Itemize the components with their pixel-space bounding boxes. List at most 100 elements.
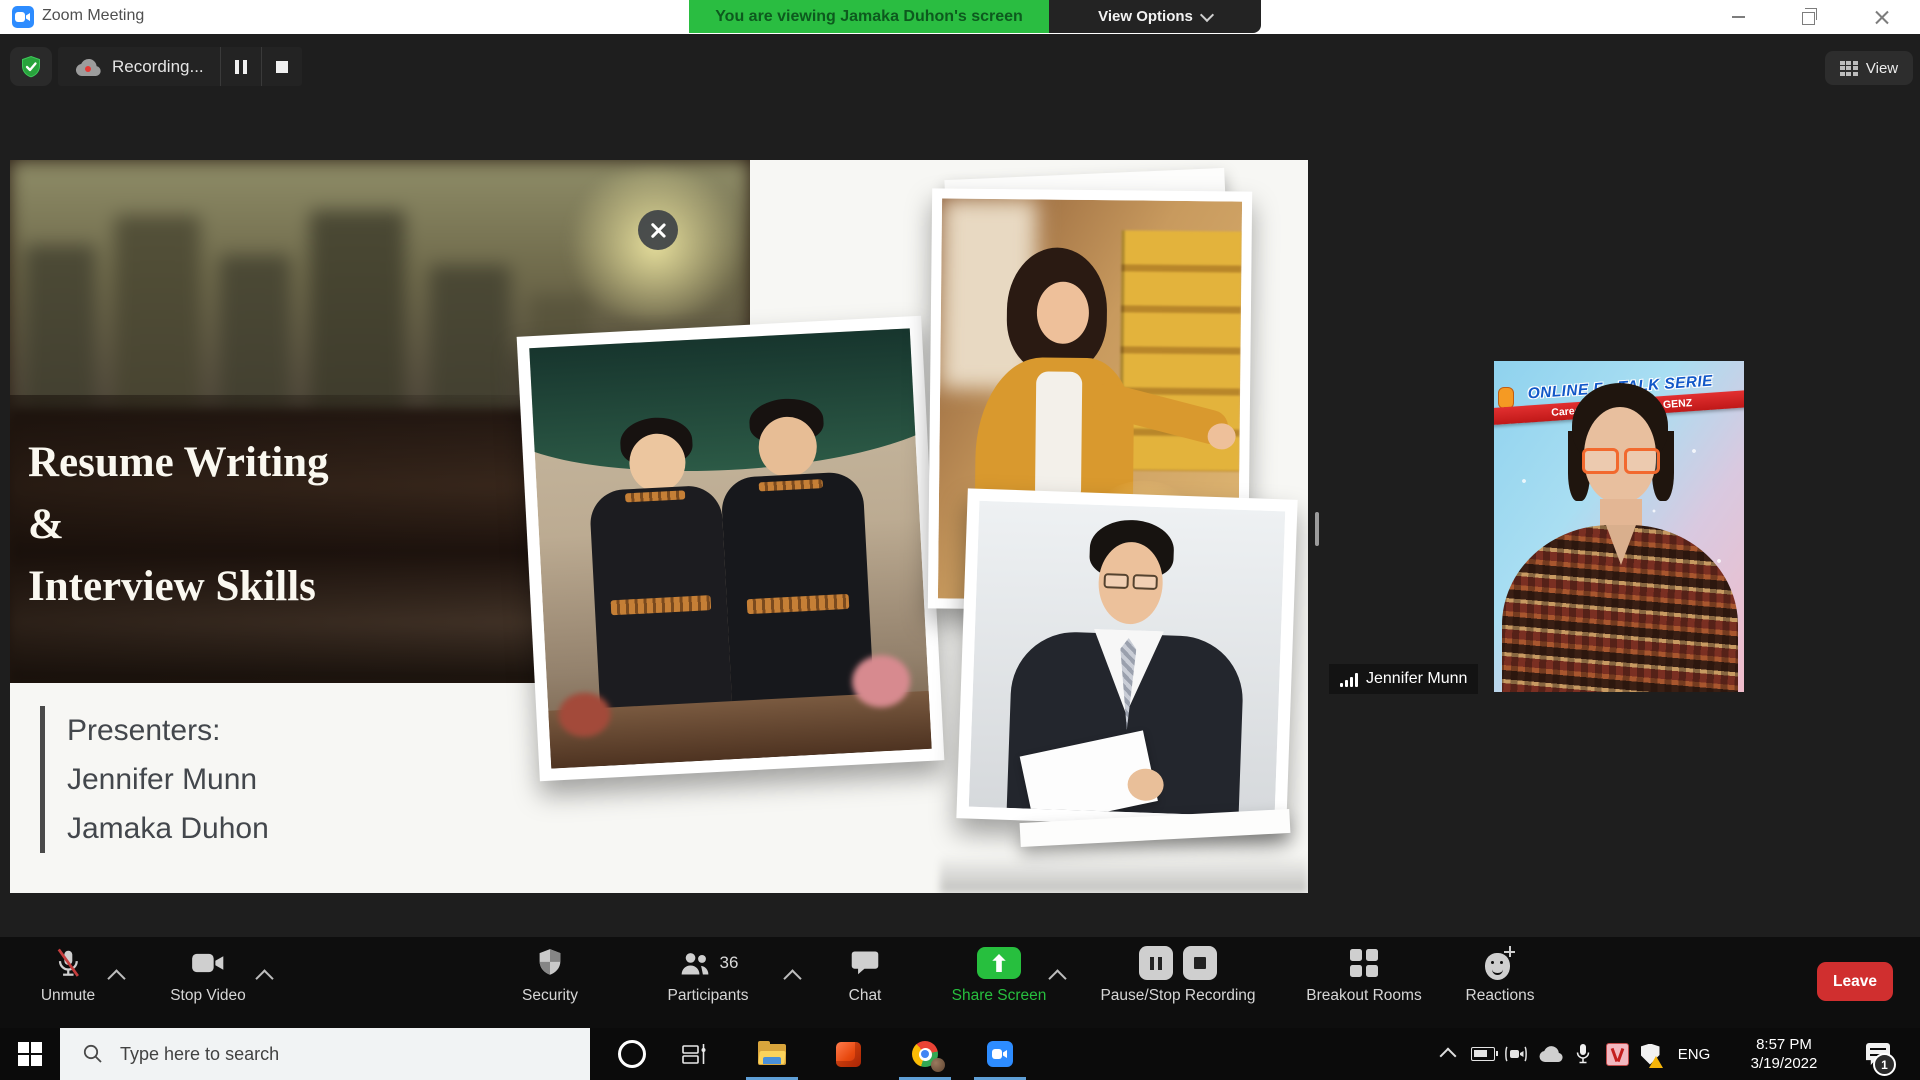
reactions-label: Reactions <box>1466 987 1535 1005</box>
reactions-button[interactable]: Reactions <box>1452 937 1548 1028</box>
task-view-icon <box>682 1042 708 1066</box>
cortana-button[interactable] <box>606 1028 658 1080</box>
participant-video-tile[interactable]: ONLINE F - TALK SERIE Career Orientation… <box>1494 361 1744 692</box>
viewing-screen-banner: You are viewing Jamaka Duhon's screen <box>689 0 1049 33</box>
view-options-button[interactable]: View Options <box>1049 0 1261 33</box>
close-window-button[interactable] <box>1856 0 1908 33</box>
panel-resize-handle[interactable] <box>1315 512 1319 546</box>
cortana-icon <box>618 1040 646 1068</box>
clock-date: 3/19/2022 <box>1751 1054 1818 1073</box>
restore-button[interactable] <box>1784 0 1836 33</box>
windows-logo-icon <box>18 1042 42 1066</box>
share-screen-label: Share Screen <box>952 987 1047 1005</box>
participants-label: Participants <box>668 987 749 1005</box>
camera-in-use-tray-icon[interactable] <box>1500 1028 1532 1080</box>
share-screen-button[interactable]: Share Screen <box>940 937 1058 1028</box>
restore-icon <box>1802 12 1815 25</box>
microphone-muted-icon <box>53 947 83 979</box>
breakout-rooms-label: Breakout Rooms <box>1306 987 1421 1005</box>
shared-screen-slide: Resume Writing & Interview Skills Presen… <box>10 160 1308 893</box>
breakout-rooms-icon <box>1350 949 1378 977</box>
start-button[interactable] <box>0 1028 60 1080</box>
participants-button[interactable]: 36 Participants <box>640 937 776 1028</box>
recording-indicator-panel: Recording... <box>58 47 302 86</box>
slide-close-button[interactable] <box>638 210 678 250</box>
battery-tray-icon[interactable] <box>1466 1028 1500 1080</box>
microphone-tray-icon[interactable] <box>1568 1028 1598 1080</box>
reactions-smiley-icon <box>1485 946 1515 980</box>
security-warning-badge <box>1649 1056 1663 1068</box>
recording-label: Recording... <box>112 57 204 77</box>
office-button[interactable] <box>822 1028 874 1080</box>
action-center-button[interactable]: 1 <box>1852 1028 1904 1080</box>
pause-stop-recording-label: Pause/Stop Recording <box>1100 987 1255 1005</box>
breakout-rooms-button[interactable]: Breakout Rooms <box>1296 937 1432 1028</box>
photo-man-in-suit <box>956 488 1297 829</box>
video-camera-icon <box>191 951 225 975</box>
presenter-name: Jennifer Munn <box>67 755 269 804</box>
pause-stop-recording-button[interactable]: Pause/Stop Recording <box>1060 937 1296 1028</box>
participants-icon <box>678 949 712 977</box>
slide-title: Resume Writing & Interview Skills <box>28 432 568 618</box>
zoom-app-icon <box>12 6 34 28</box>
stop-video-label: Stop Video <box>170 987 246 1005</box>
slide-title-line2: & <box>28 494 568 556</box>
taskbar-search[interactable] <box>60 1028 590 1080</box>
view-options-label: View Options <box>1098 8 1193 25</box>
chat-bubble-icon <box>850 949 880 977</box>
stop-recording-button[interactable] <box>261 47 302 86</box>
file-explorer-button[interactable] <box>746 1028 798 1080</box>
security-shield-icon <box>536 948 564 978</box>
presenters-block: Presenters: Jennifer Munn Jamaka Duhon <box>40 706 269 853</box>
onedrive-tray-icon[interactable] <box>1534 1028 1568 1080</box>
unmute-button[interactable]: Unmute <box>22 937 114 1028</box>
security-button[interactable]: Security <box>505 937 595 1028</box>
zoom-meeting-window: Zoom Meeting You are viewing Jamaka Duho… <box>0 0 1920 1080</box>
shield-check-icon <box>19 55 43 79</box>
presenters-heading: Presenters: <box>67 706 269 755</box>
antivirus-tray-icon[interactable] <box>1600 1028 1634 1080</box>
windows-security-tray-icon[interactable] <box>1634 1028 1666 1080</box>
zoom-taskbar-icon <box>987 1041 1013 1067</box>
participants-count: 36 <box>720 953 739 973</box>
unmute-label: Unmute <box>41 987 95 1005</box>
cloud-recording-icon <box>74 58 102 76</box>
stop-video-button[interactable]: Stop Video <box>150 937 266 1028</box>
leave-button[interactable]: Leave <box>1817 962 1893 1001</box>
minimize-button[interactable] <box>1712 0 1764 33</box>
chrome-button[interactable] <box>899 1028 951 1080</box>
grid-view-icon <box>1840 61 1858 76</box>
view-layout-button[interactable]: View <box>1825 51 1913 85</box>
windows-taskbar: ENG 8:57 PM 3/19/2022 1 <box>0 1028 1920 1080</box>
orange-glasses <box>1582 449 1660 473</box>
pause-icon <box>235 60 247 74</box>
pause-recording-toolbar-icon[interactable] <box>1139 946 1173 980</box>
participant-name-text: Jennifer Munn <box>1366 670 1467 688</box>
window-titlebar: Zoom Meeting You are viewing Jamaka Duho… <box>0 0 1920 34</box>
close-icon <box>650 222 666 238</box>
zoom-taskbar-button[interactable] <box>974 1028 1026 1080</box>
stop-icon <box>276 61 288 73</box>
close-icon <box>1875 10 1889 24</box>
task-view-button[interactable] <box>669 1028 721 1080</box>
tray-overflow-button[interactable] <box>1432 1028 1464 1080</box>
notification-badge: 1 <box>1873 1053 1896 1076</box>
chat-button[interactable]: Chat <box>832 937 898 1028</box>
language-indicator[interactable]: ENG <box>1668 1028 1720 1080</box>
chevron-up-icon <box>1440 1048 1457 1065</box>
search-input[interactable] <box>118 1043 542 1066</box>
stop-recording-toolbar-icon[interactable] <box>1183 946 1217 980</box>
clock-time: 8:57 PM <box>1756 1035 1812 1054</box>
slide-title-line3: Interview Skills <box>28 556 568 618</box>
connection-signal-icon <box>1340 672 1358 687</box>
taskbar-clock[interactable]: 8:57 PM 3/19/2022 <box>1728 1028 1840 1080</box>
participants-options-chevron[interactable] <box>783 969 801 987</box>
presenter-name: Jamaka Duhon <box>67 804 269 853</box>
photo-drop-shadow <box>940 854 1308 893</box>
chrome-profile-badge <box>931 1058 945 1072</box>
share-screen-icon <box>977 947 1021 979</box>
office-icon <box>836 1042 861 1067</box>
pause-recording-button[interactable] <box>220 47 261 86</box>
meeting-toolbar: Unmute Stop Video Security <box>0 937 1920 1028</box>
meeting-info-shield-button[interactable] <box>10 47 52 86</box>
